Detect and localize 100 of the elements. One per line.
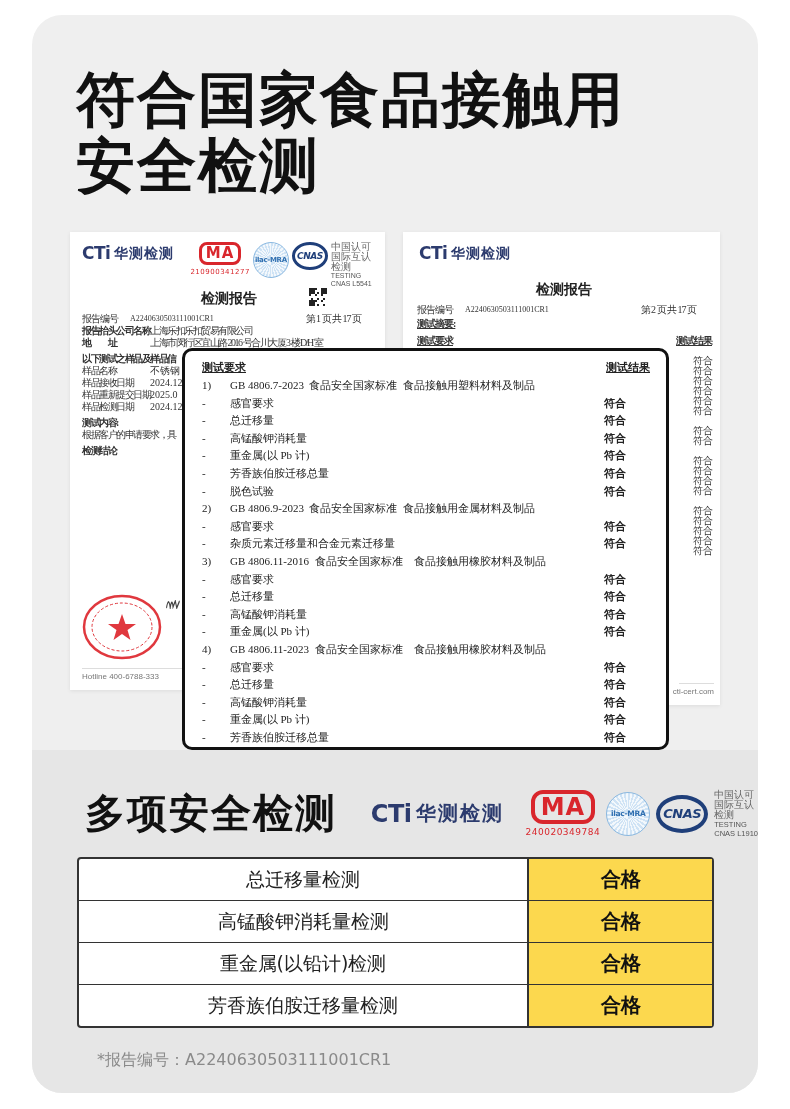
test-result: 符合 bbox=[604, 395, 627, 411]
headline: 安全检测 bbox=[76, 133, 321, 199]
signature-drawing bbox=[166, 600, 180, 609]
test-result: 符合 bbox=[604, 465, 627, 481]
standard-name: GB 4806.7-2023 食品安全国家标准 食品接触用塑料材料及制品 bbox=[230, 378, 536, 393]
field-value: 2024.12 bbox=[150, 401, 183, 412]
report-title: 检测报告 bbox=[200, 290, 257, 306]
row-index: - bbox=[202, 465, 207, 481]
field-label: 样品检测日期 bbox=[82, 401, 135, 412]
requirement-header: 测试要求 bbox=[417, 335, 453, 346]
row-index: - bbox=[202, 606, 207, 622]
result-text: 符合 bbox=[693, 526, 713, 536]
row-index: - bbox=[202, 536, 207, 552]
cma-logo: MA bbox=[198, 242, 242, 265]
summary-heading: 测试摘要: bbox=[417, 318, 457, 329]
page-number: 第 2 页 共 17 页 bbox=[640, 304, 696, 315]
row-index: - bbox=[202, 694, 207, 710]
result-text: 符合 bbox=[693, 506, 713, 516]
accreditation-note: 国际互认 bbox=[714, 799, 756, 810]
result-text: 符合 bbox=[693, 356, 713, 366]
report-number-label: 报告编号 bbox=[82, 313, 118, 324]
row-index: - bbox=[202, 589, 207, 605]
test-item: 脱色试验 bbox=[230, 483, 275, 499]
result-text: 符合 bbox=[693, 486, 713, 496]
section-title: 多项安全检测 bbox=[85, 789, 337, 838]
report-title: 检测报告 bbox=[535, 281, 592, 297]
test-result: 符合 bbox=[604, 430, 627, 446]
test-result: 符合 bbox=[604, 536, 627, 552]
brand-logo-name: 华测检测 bbox=[415, 800, 504, 827]
result-text: 符合 bbox=[693, 436, 713, 446]
standard-name: GB 4806.11-2023 食品安全国家标准 食品接触用橡胶材料及制品 bbox=[230, 641, 547, 657]
test-item: 杂质元素迁移量和合金元素迁移量 bbox=[230, 536, 396, 552]
footnote: *报告编号：A2240630503111001CR1 bbox=[96, 1050, 393, 1071]
test-name-cell-text: 重金属(以铅计)检测 bbox=[218, 950, 388, 976]
result-text: 符合 bbox=[693, 366, 713, 376]
report-number: A2240630503111001CR1 bbox=[130, 313, 214, 324]
test-result: 符合 bbox=[604, 571, 627, 587]
row-index: 4) bbox=[202, 641, 213, 657]
brand-logo-name: 华测检测 bbox=[451, 248, 512, 259]
seal-stamp-icon bbox=[82, 594, 162, 660]
test-result: 符合 bbox=[604, 729, 627, 745]
headline: 符合国家食品接触用 bbox=[76, 67, 626, 133]
standard-name: GB 4806.11-2016 食品安全国家标准 食品接触用橡胶材料及制品 bbox=[230, 553, 547, 569]
result-text: 符合 bbox=[693, 376, 713, 386]
test-item: 芳香族伯胺迁移总量 bbox=[230, 465, 330, 481]
row-index: - bbox=[202, 413, 207, 429]
row-index: - bbox=[202, 430, 207, 446]
row-index: 3) bbox=[202, 553, 213, 569]
cnas-logo: CNAS bbox=[656, 794, 709, 833]
brand-logo-mark: CTi bbox=[370, 799, 412, 828]
test-item: 高锰酸钾消耗量 bbox=[230, 430, 308, 446]
test-item: 重金属(以 Pb 计) bbox=[230, 448, 311, 464]
test-name-cell-text: 高锰酸钾消耗量检测 bbox=[216, 908, 390, 934]
test-result: 符合 bbox=[604, 677, 627, 693]
test-item: 芳香族伯胺迁移总量 bbox=[230, 729, 330, 745]
accreditation-note: 中国认可 bbox=[330, 242, 372, 252]
test-item: 重金属(以 Pb 计) bbox=[230, 624, 311, 640]
result-text: 符合 bbox=[693, 426, 713, 436]
test-result: 符合 bbox=[604, 413, 627, 429]
field-label: 样品名称 bbox=[82, 365, 118, 376]
test-item: 重金属(以 Pb 计) bbox=[230, 712, 311, 728]
row-index: - bbox=[202, 483, 207, 499]
content-text: 根据客户的申请要求，具 bbox=[82, 429, 176, 440]
result-text: 符合 bbox=[693, 536, 713, 546]
accreditation-note: 国际互认 bbox=[330, 252, 372, 262]
field-value: 上海市闵行区宜山路 2016 号合川大厦 3 楼 D/H 室 bbox=[150, 337, 323, 348]
test-result: 符合 bbox=[604, 694, 627, 710]
test-item: 高锰酸钾消耗量 bbox=[230, 606, 308, 622]
result-text: 符合 bbox=[693, 546, 713, 556]
field-value: 2024.12 bbox=[150, 377, 183, 388]
result-text: 符合 bbox=[693, 406, 713, 416]
result-cell: 合格 bbox=[527, 859, 712, 900]
report-number: A2240630503111001CR1 bbox=[465, 304, 549, 315]
row-index: - bbox=[202, 395, 207, 411]
result-text: 符合 bbox=[693, 456, 713, 466]
result-text: 符合 bbox=[693, 396, 713, 406]
row-index: - bbox=[202, 712, 207, 728]
cma-number: 240020349784 bbox=[525, 827, 601, 837]
test-item: 高锰酸钾消耗量 bbox=[230, 694, 308, 710]
test-result: 符合 bbox=[604, 518, 627, 534]
brand-logo-name: 华测检测 bbox=[114, 248, 175, 259]
row-index: - bbox=[202, 518, 207, 534]
conclusion-heading: 检测结论 bbox=[82, 445, 116, 456]
row-index: - bbox=[202, 448, 207, 464]
field-value: 不锈钢 bbox=[150, 365, 180, 376]
accreditation-note: 检测 bbox=[714, 809, 735, 820]
requirement-header: 测试要求 bbox=[202, 360, 246, 375]
page-footer: cti-cert.com bbox=[672, 687, 714, 697]
sample-heading: 以下测试之样品及样品信 bbox=[82, 353, 176, 364]
test-name-cell-text: 芳香族伯胺迁移量检测 bbox=[207, 992, 399, 1018]
result-header: 测试结果 bbox=[676, 335, 712, 346]
row-index: - bbox=[202, 729, 207, 745]
row-index: - bbox=[202, 571, 207, 587]
row-index: 2) bbox=[202, 501, 213, 517]
accreditation-note: 检测 bbox=[330, 262, 351, 272]
row-index: - bbox=[202, 624, 207, 640]
accreditation-note: 中国认可 bbox=[714, 789, 756, 800]
cnas-logo: CNAS bbox=[291, 242, 328, 270]
test-item: 感官要求 bbox=[230, 395, 275, 411]
field-label: 样品重新提交日期 bbox=[82, 389, 150, 400]
